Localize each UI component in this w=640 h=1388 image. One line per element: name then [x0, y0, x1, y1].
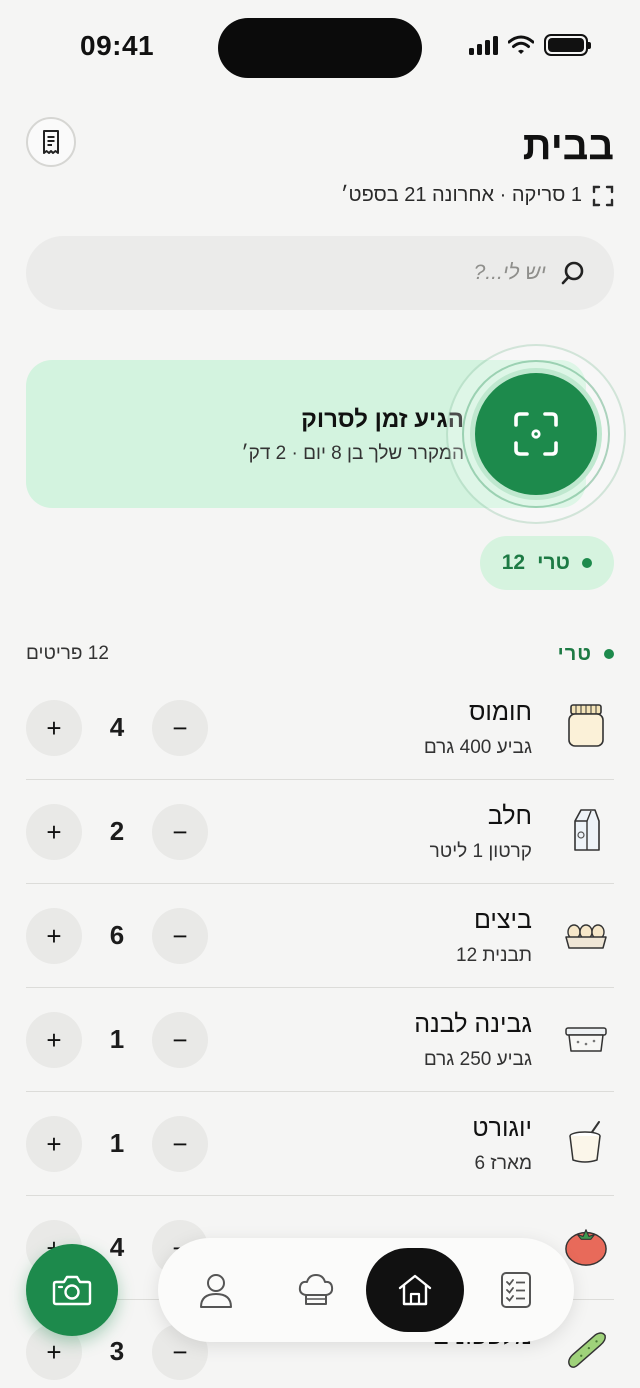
quantity-stepper: + 2 −: [26, 804, 208, 860]
item-description: גביע 400 גרם: [423, 737, 532, 758]
status-bar: 09:41: [0, 0, 640, 96]
camera-icon: [52, 1275, 92, 1306]
increment-button[interactable]: +: [26, 908, 82, 964]
page-title: בבית: [522, 124, 614, 168]
scan-camera-icon: [514, 412, 558, 456]
status-time: 09:41: [80, 30, 155, 61]
nav-home[interactable]: [366, 1248, 464, 1332]
item-name: חומוס: [468, 698, 532, 726]
milk-carton-icon: [564, 806, 608, 854]
section-item-count: 12 פריטים: [26, 643, 109, 664]
item-description: קרטון 1 ליטר: [429, 841, 532, 862]
list-item[interactable]: חומוס גביע 400 גרם + 4 −: [26, 676, 614, 780]
receipt-button[interactable]: [26, 117, 76, 167]
quantity-stepper: + 4 −: [26, 700, 208, 756]
bottom-navigation: [158, 1238, 574, 1342]
scan-reminder-title: הגיע זמן לסרוק: [301, 406, 464, 433]
yogurt-cup-icon: [564, 1118, 608, 1166]
wifi-icon: [508, 35, 534, 54]
quantity-value: 3: [109, 1336, 125, 1366]
scan-info-text: 1 סריקה · אחרונה 21 בספט׳: [340, 184, 582, 206]
quantity-stepper: + 1 −: [26, 1012, 208, 1068]
decrement-button[interactable]: −: [152, 700, 208, 756]
battery-icon: [544, 34, 591, 56]
decrement-button[interactable]: −: [152, 908, 208, 964]
item-description: גביע 250 גרם: [423, 1049, 532, 1070]
chef-hat-icon: [298, 1274, 334, 1305]
quantity-value: 4: [109, 712, 125, 742]
quantity-stepper: + 1 −: [26, 1116, 208, 1172]
quantity-stepper: + 6 −: [26, 908, 208, 964]
search-input[interactable]: יש לי...?: [26, 236, 614, 310]
item-name: חלב: [487, 802, 532, 830]
item-description: מארז 6: [474, 1153, 532, 1174]
home-icon: [398, 1274, 432, 1306]
list-item[interactable]: ביצים תבנית 12 + 6 −: [26, 884, 614, 988]
section-header: טרי 12 פריטים: [26, 640, 614, 668]
fresh-chip-label: טרי: [537, 551, 570, 574]
scan-info: 1 סריקה · אחרונה 21 בספט׳: [341, 184, 614, 207]
decrement-button[interactable]: −: [152, 804, 208, 860]
fresh-filter-chip[interactable]: טרי 12: [479, 536, 614, 590]
item-description: תבנית 12: [456, 945, 532, 966]
cucumber-icon: [564, 1326, 608, 1374]
receipt-icon: [43, 130, 59, 154]
nav-shopping-list[interactable]: [474, 1248, 558, 1332]
decrement-button[interactable]: −: [152, 1012, 208, 1068]
jar-icon: [564, 702, 608, 750]
nav-profile[interactable]: [174, 1248, 258, 1332]
item-name: יוגורט: [472, 1114, 532, 1142]
dynamic-island: [218, 18, 422, 78]
scan-reminder-subtitle: המקרר שלך בן 8 יום · 2 דק׳: [241, 443, 464, 464]
quantity-value: 1: [109, 1128, 125, 1158]
increment-button[interactable]: +: [26, 1012, 82, 1068]
increment-button[interactable]: +: [26, 1116, 82, 1172]
decrement-button[interactable]: −: [152, 1116, 208, 1172]
checklist-icon: [501, 1272, 531, 1308]
quantity-value: 6: [109, 920, 125, 950]
nav-recipes[interactable]: [274, 1248, 358, 1332]
profile-icon: [200, 1274, 232, 1308]
search-placeholder: יש לי...?: [473, 261, 546, 284]
cheese-tub-icon: [564, 1014, 608, 1062]
section-title-text: טרי: [557, 642, 592, 665]
status-icons: [469, 34, 591, 56]
tomato-icon: [564, 1222, 608, 1270]
scan-frame-icon: [592, 185, 614, 206]
scan-button[interactable]: [470, 368, 602, 500]
camera-button[interactable]: [26, 1244, 118, 1336]
item-name: גבינה לבנה: [414, 1010, 532, 1038]
cellular-signal-icon: [469, 35, 498, 55]
section-title: טרי: [558, 643, 614, 666]
increment-button[interactable]: +: [26, 700, 82, 756]
fresh-chip-count: 12: [501, 551, 526, 574]
list-item[interactable]: יוגורט מארז 6 + 1 −: [26, 1092, 614, 1196]
list-item[interactable]: גבינה לבנה גביע 250 גרם + 1 −: [26, 988, 614, 1092]
quantity-value: 1: [109, 1024, 125, 1054]
quantity-value: 2: [109, 816, 125, 846]
increment-button[interactable]: +: [26, 804, 82, 860]
search-icon: [561, 261, 584, 285]
item-name: ביצים: [473, 906, 532, 934]
list-item[interactable]: חלב קרטון 1 ליטר + 2 −: [26, 780, 614, 884]
egg-carton-icon: [564, 910, 608, 958]
section-dot-icon: [604, 649, 614, 659]
fresh-dot-icon: [582, 558, 592, 568]
